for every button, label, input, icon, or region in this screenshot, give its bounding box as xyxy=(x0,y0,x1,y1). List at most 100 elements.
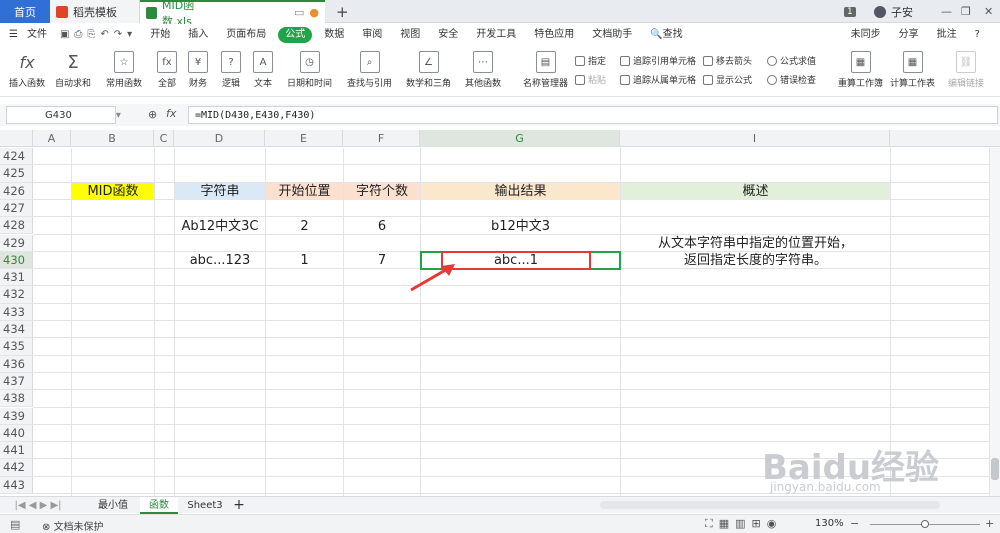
tab-template[interactable]: 稻壳模板 xyxy=(50,0,140,23)
row-header[interactable]: 442 xyxy=(0,459,33,477)
sheet-nav-arrows-icon[interactable]: |◀ ◀ ▶ ▶| xyxy=(8,497,68,514)
all-functions-button[interactable]: fx 全部 xyxy=(157,51,177,89)
col-header-i[interactable]: I xyxy=(620,130,890,147)
ribbon-tab-layout[interactable]: 页面布局 xyxy=(217,24,275,46)
col-header-d[interactable]: D xyxy=(174,130,265,147)
row-header[interactable]: 435 xyxy=(0,338,33,356)
ribbon-tab-developer[interactable]: 开发工具 xyxy=(467,24,525,46)
vertical-scrollbar[interactable] xyxy=(989,148,1000,496)
share-button[interactable]: 分享 xyxy=(890,24,928,46)
ribbon-tab-formula[interactable]: 公式 xyxy=(278,27,313,43)
autosum-button[interactable]: Σ 自动求和 xyxy=(55,51,91,89)
comment-button[interactable]: 批注 xyxy=(928,24,966,46)
calc-sheet-button[interactable]: ▦ 计算工作表 xyxy=(890,51,935,89)
row-header[interactable]: 443 xyxy=(0,476,33,494)
zoom-out-icon[interactable]: − xyxy=(850,517,859,530)
row-header[interactable]: 427 xyxy=(0,199,33,218)
row-header[interactable]: 438 xyxy=(0,390,33,408)
file-menu[interactable]: 文件 xyxy=(27,24,56,46)
logic-button[interactable]: ? 逻辑 xyxy=(221,51,241,89)
specify-button[interactable]: 指定 xyxy=(575,54,606,67)
sheet-tab-sheet3[interactable]: Sheet3 xyxy=(182,497,228,514)
close-icon[interactable]: ✕ xyxy=(978,0,999,23)
add-sheet-button[interactable]: + xyxy=(232,497,246,514)
col-header-e[interactable]: E xyxy=(265,130,343,147)
quick-access-icons[interactable]: ▣⎙⎘↶↷▾ xyxy=(56,24,141,46)
ribbon-tab-insert[interactable]: 插入 xyxy=(179,24,217,46)
row-header[interactable]: 433 xyxy=(0,303,33,321)
sheet-tab-function[interactable]: 函数 xyxy=(140,497,178,514)
ribbon-tab-view[interactable]: 视图 xyxy=(391,24,429,46)
help-icon[interactable]: ? xyxy=(966,24,989,46)
cell-b426[interactable]: MID函数 xyxy=(72,183,154,200)
row-header[interactable]: 440 xyxy=(0,424,33,443)
row-header[interactable]: 425 xyxy=(0,165,33,183)
row-header[interactable]: 439 xyxy=(0,407,33,425)
col-header-a[interactable]: A xyxy=(33,130,71,147)
cell-f426[interactable]: 字符个数 xyxy=(344,183,420,200)
new-tab-button[interactable]: + xyxy=(330,0,355,23)
monitor-icon[interactable]: ▭ xyxy=(294,6,304,19)
ribbon-tab-security[interactable]: 安全 xyxy=(429,24,467,46)
ribbon-tab-home[interactable]: 开始 xyxy=(141,24,179,46)
row-header[interactable]: 430 xyxy=(0,251,33,270)
col-header-b[interactable]: B xyxy=(71,130,154,147)
cell-i429[interactable]: 从文本字符串中指定的位置开始， xyxy=(621,235,890,252)
cell-d426[interactable]: 字符串 xyxy=(175,183,265,200)
ribbon-tab-assistant[interactable]: 文档助手 xyxy=(583,24,641,46)
cell-g428[interactable]: b12中文3 xyxy=(421,218,620,235)
common-functions-button[interactable]: ☆ 常用函数 xyxy=(106,51,142,89)
lookup-button[interactable]: ⌕ 查找与引用 xyxy=(347,51,392,89)
row-header[interactable]: 426 xyxy=(0,182,33,200)
row-header[interactable]: 429 xyxy=(0,234,33,252)
row-header[interactable]: 432 xyxy=(0,286,33,304)
show-formulas-button[interactable]: 显示公式 xyxy=(703,73,752,86)
zoom-magnifier-icon[interactable]: ⊕ xyxy=(148,108,157,121)
zoom-level[interactable]: 130% xyxy=(815,518,844,529)
search-button[interactable]: 🔍查找 xyxy=(641,24,691,46)
edit-links-button[interactable]: ⛓ 编辑链接 xyxy=(948,51,984,89)
datetime-button[interactable]: ◷ 日期和时间 xyxy=(287,51,332,89)
row-header[interactable]: 441 xyxy=(0,442,33,460)
restore-icon[interactable]: ❐ xyxy=(955,0,977,23)
text-functions-button[interactable]: A 文本 xyxy=(253,51,273,89)
menu-icon[interactable]: ☰ xyxy=(0,24,27,46)
name-box[interactable]: G430 ▾ xyxy=(6,106,121,124)
name-manager-button[interactable]: ▤ 名称管理器 xyxy=(523,51,568,89)
cell-e428[interactable]: 2 xyxy=(266,218,343,235)
select-all-corner[interactable] xyxy=(0,130,33,147)
zoom-slider-thumb[interactable] xyxy=(921,520,929,528)
recalc-workbook-button[interactable]: ▦ 重算工作簿 xyxy=(838,51,883,89)
row-header[interactable]: 431 xyxy=(0,269,33,287)
col-header-f[interactable]: F xyxy=(343,130,420,147)
paste-button[interactable]: 粘贴 xyxy=(575,73,606,86)
math-button[interactable]: ∠ 数学和三角 xyxy=(406,51,451,89)
cell-d430[interactable]: abc...123 xyxy=(175,252,265,269)
ribbon-tab-data[interactable]: 数据 xyxy=(315,24,353,46)
error-check-button[interactable]: 错误检查 xyxy=(767,73,816,86)
finance-button[interactable]: ¥ 财务 xyxy=(188,51,208,89)
cell-f428[interactable]: 6 xyxy=(344,218,420,235)
cell-i430[interactable]: 返回指定长度的字符串。 xyxy=(621,252,890,269)
user-profile[interactable]: 子安 xyxy=(868,0,919,23)
ribbon-tab-special[interactable]: 特色应用 xyxy=(525,24,583,46)
trace-dependents-button[interactable]: 追踪从属单元格 xyxy=(620,73,696,86)
trace-precedents-button[interactable]: 追踪引用单元格 xyxy=(620,54,696,67)
spreadsheet-grid[interactable]: 424 425 426 427 428 429 430 431 432 433 434 435 436 4… xyxy=(0,148,1000,496)
ribbon-tab-review[interactable]: 审阅 xyxy=(353,24,391,46)
cell-i426[interactable]: 概述 xyxy=(621,183,890,200)
evaluate-formula-button[interactable]: 公式求值 xyxy=(767,54,816,67)
view-mode-icons[interactable]: ⛶▦▥⊞◉ xyxy=(705,517,782,531)
insert-function-button[interactable]: fx 插入函数 xyxy=(9,51,45,89)
formula-input[interactable]: =MID(D430,E430,F430) xyxy=(188,106,998,124)
tab-file[interactable]: MID函数.xls ▭ ● xyxy=(140,0,325,28)
row-header[interactable]: 437 xyxy=(0,372,33,391)
col-header-g[interactable]: G xyxy=(420,130,620,147)
fx-label[interactable]: fx xyxy=(166,107,176,120)
horizontal-scrollbar[interactable] xyxy=(600,501,940,509)
row-header[interactable]: 428 xyxy=(0,217,33,235)
tab-home[interactable]: 首页 xyxy=(0,0,50,23)
cell-d428[interactable]: Ab12中文3C xyxy=(175,218,265,235)
sync-button[interactable]: 未同步 xyxy=(842,24,890,46)
row-header[interactable]: 436 xyxy=(0,355,33,373)
